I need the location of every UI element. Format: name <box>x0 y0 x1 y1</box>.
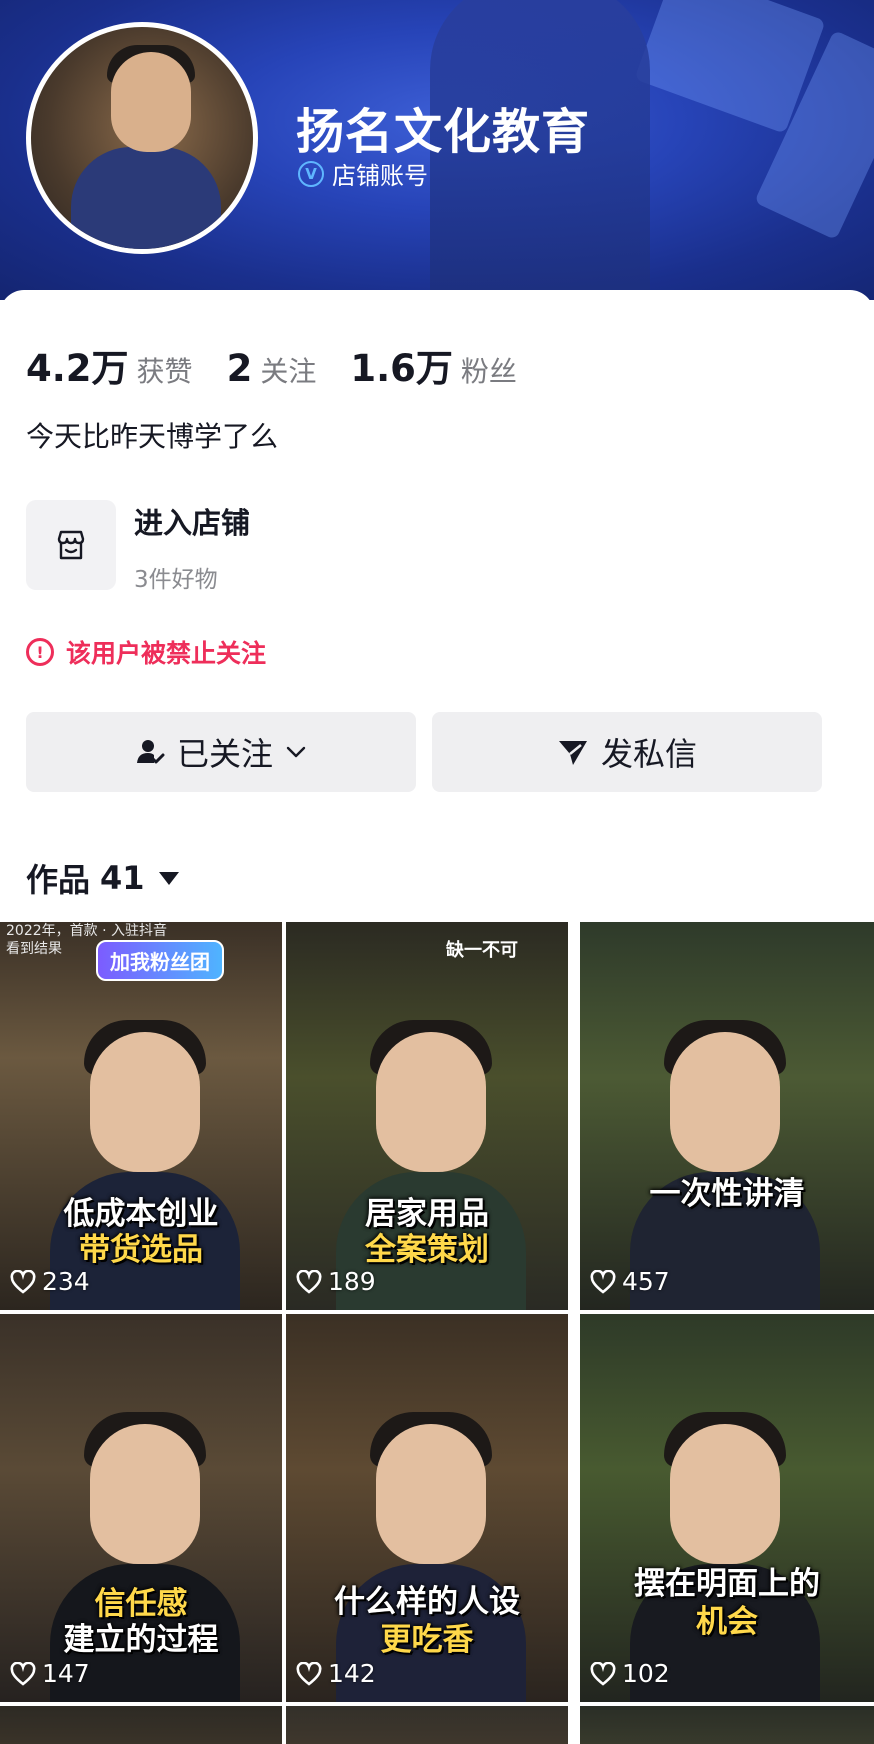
video-caption-line1: 一次性讲清 <box>649 1176 805 1212</box>
stat-likes-count: 4.2万 <box>26 347 129 390</box>
stat-followers[interactable]: 1.6万 粉丝 <box>350 338 517 392</box>
like-count-value: 457 <box>622 1267 670 1296</box>
like-count: 142 <box>296 1659 376 1688</box>
stat-likes[interactable]: 4.2万 获赞 <box>26 338 193 392</box>
like-count-value: 147 <box>42 1659 90 1688</box>
stats-row: 4.2万 获赞 2 关注 1.6万 粉丝 <box>26 338 517 392</box>
warning-text: 该用户被禁止关注 <box>66 639 267 668</box>
works-tab[interactable]: 作品 41 <box>26 855 179 901</box>
stat-likes-label: 获赞 <box>136 355 193 388</box>
stat-following[interactable]: 2 关注 <box>227 347 317 390</box>
heart-icon <box>590 1661 616 1686</box>
avatar[interactable] <box>26 22 258 254</box>
follow-ban-warning: ! 该用户被禁止关注 <box>26 634 266 670</box>
like-count: 234 <box>10 1267 90 1296</box>
like-count: 147 <box>10 1659 90 1688</box>
like-count-value: 142 <box>328 1659 376 1688</box>
like-count-value: 234 <box>42 1267 90 1296</box>
stat-followers-count: 1.6万 <box>350 347 453 390</box>
video-overlay-text: 缺一不可 <box>446 940 518 961</box>
heart-icon <box>10 1269 36 1294</box>
like-count: 457 <box>590 1267 670 1296</box>
heart-icon <box>296 1661 322 1686</box>
video-caption-line2: 全案策划 <box>365 1232 489 1268</box>
shop-subtitle: 3件好物 <box>134 567 218 593</box>
video-tile[interactable]: 信任感 建立的过程 147 <box>0 1314 282 1702</box>
video-tile[interactable]: 缺一不可 居家用品 全案策划 189 <box>286 922 568 1310</box>
message-button-label: 发私信 <box>600 735 697 773</box>
video-tile[interactable]: 一次性讲清 457 <box>580 922 874 1310</box>
chevron-down-icon <box>286 746 306 758</box>
verified-badge: V 店铺账号 <box>298 156 428 191</box>
heart-icon <box>10 1661 36 1686</box>
video-tile[interactable]: 2022年，首款 · 入驻抖音 看到结果 加我粉丝团 低成本创业 带货选品 23… <box>0 922 282 1310</box>
video-tile[interactable] <box>0 1706 282 1744</box>
video-tile[interactable] <box>286 1706 568 1744</box>
heart-icon <box>590 1269 616 1294</box>
like-count-value: 102 <box>622 1659 670 1688</box>
video-tile[interactable]: 摆在明面上的 机会 102 <box>580 1314 874 1702</box>
fan-club-tag: 加我粉丝团 <box>96 940 224 981</box>
account-type-label: 店铺账号 <box>332 162 428 190</box>
like-count: 189 <box>296 1267 376 1296</box>
followed-button-label: 已关注 <box>176 735 273 773</box>
stat-followers-label: 粉丝 <box>460 355 517 388</box>
followed-button[interactable]: 已关注 <box>26 712 416 792</box>
like-count-value: 189 <box>328 1267 376 1296</box>
video-caption-line2: 带货选品 <box>79 1232 203 1268</box>
message-button[interactable]: 发私信 <box>432 712 822 792</box>
user-check-icon <box>136 740 165 764</box>
like-count: 102 <box>590 1659 670 1688</box>
store-icon <box>26 500 116 590</box>
works-count: 41 <box>100 859 145 897</box>
stat-following-label: 关注 <box>260 355 317 388</box>
heart-icon <box>296 1269 322 1294</box>
profile-bio: 今天比昨天博学了么 <box>26 420 279 453</box>
stat-following-count: 2 <box>226 347 253 390</box>
video-caption-line2: 建立的过程 <box>63 1622 219 1658</box>
alert-icon: ! <box>26 638 54 666</box>
video-caption-line2: 更吃香 <box>380 1622 474 1658</box>
profile-name: 扬名文化教育 <box>296 104 591 160</box>
shop-title: 进入店铺 <box>134 506 251 540</box>
video-tile[interactable]: 什么样的人设 更吃香 142 <box>286 1314 568 1702</box>
send-icon <box>558 741 587 765</box>
works-label: 作品 <box>26 861 91 899</box>
video-caption-line2: 机会 <box>696 1604 758 1640</box>
verified-icon: V <box>298 160 324 187</box>
video-tile[interactable] <box>580 1706 874 1744</box>
shop-entry[interactable]: 进入店铺 3件好物 <box>26 500 250 594</box>
sort-dropdown-icon[interactable] <box>158 871 179 885</box>
